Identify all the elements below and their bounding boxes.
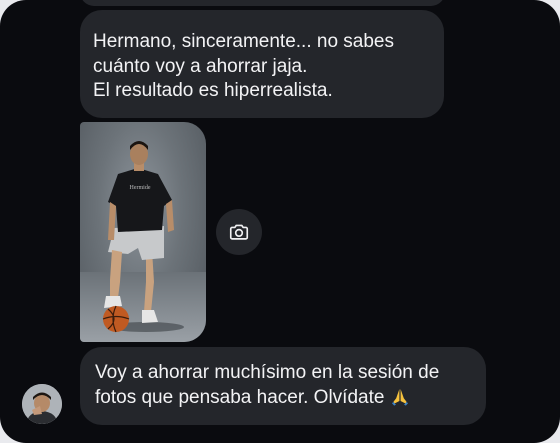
message-bubble[interactable]: Voy a ahorrar muchísimo en la sesión de … <box>80 347 486 425</box>
folded-hands-emoji <box>390 386 410 414</box>
message-line: Hermano, sinceramente... no sabes <box>93 31 394 52</box>
camera-button[interactable] <box>216 209 262 255</box>
message-line-with-emoji: fotos que pensaba hacer. Olvídate <box>95 386 472 414</box>
message-bubble[interactable]: Hermano, sinceramente... no sabes cuánto… <box>80 10 444 118</box>
previous-message-bubble <box>80 0 445 6</box>
message-line: El resultado es hiperrealista. <box>93 80 333 101</box>
avatar[interactable] <box>22 384 62 424</box>
camera-icon <box>229 224 249 240</box>
message-line-text: fotos que pensaba hacer. Olvídate <box>95 386 385 408</box>
message-line: Voy a ahorrar muchísimo en la sesión de <box>95 362 440 383</box>
message-line: cuánto voy a ahorrar jaja. <box>93 55 308 77</box>
photo-attachment[interactable]: Hermide <box>80 122 206 342</box>
chat-window: Hermano, sinceramente... no sabes cuánto… <box>0 0 560 443</box>
person-with-basketball-photo: Hermide <box>102 141 184 333</box>
shirt-print: Hermide <box>130 185 151 191</box>
avatar-image <box>22 384 62 424</box>
